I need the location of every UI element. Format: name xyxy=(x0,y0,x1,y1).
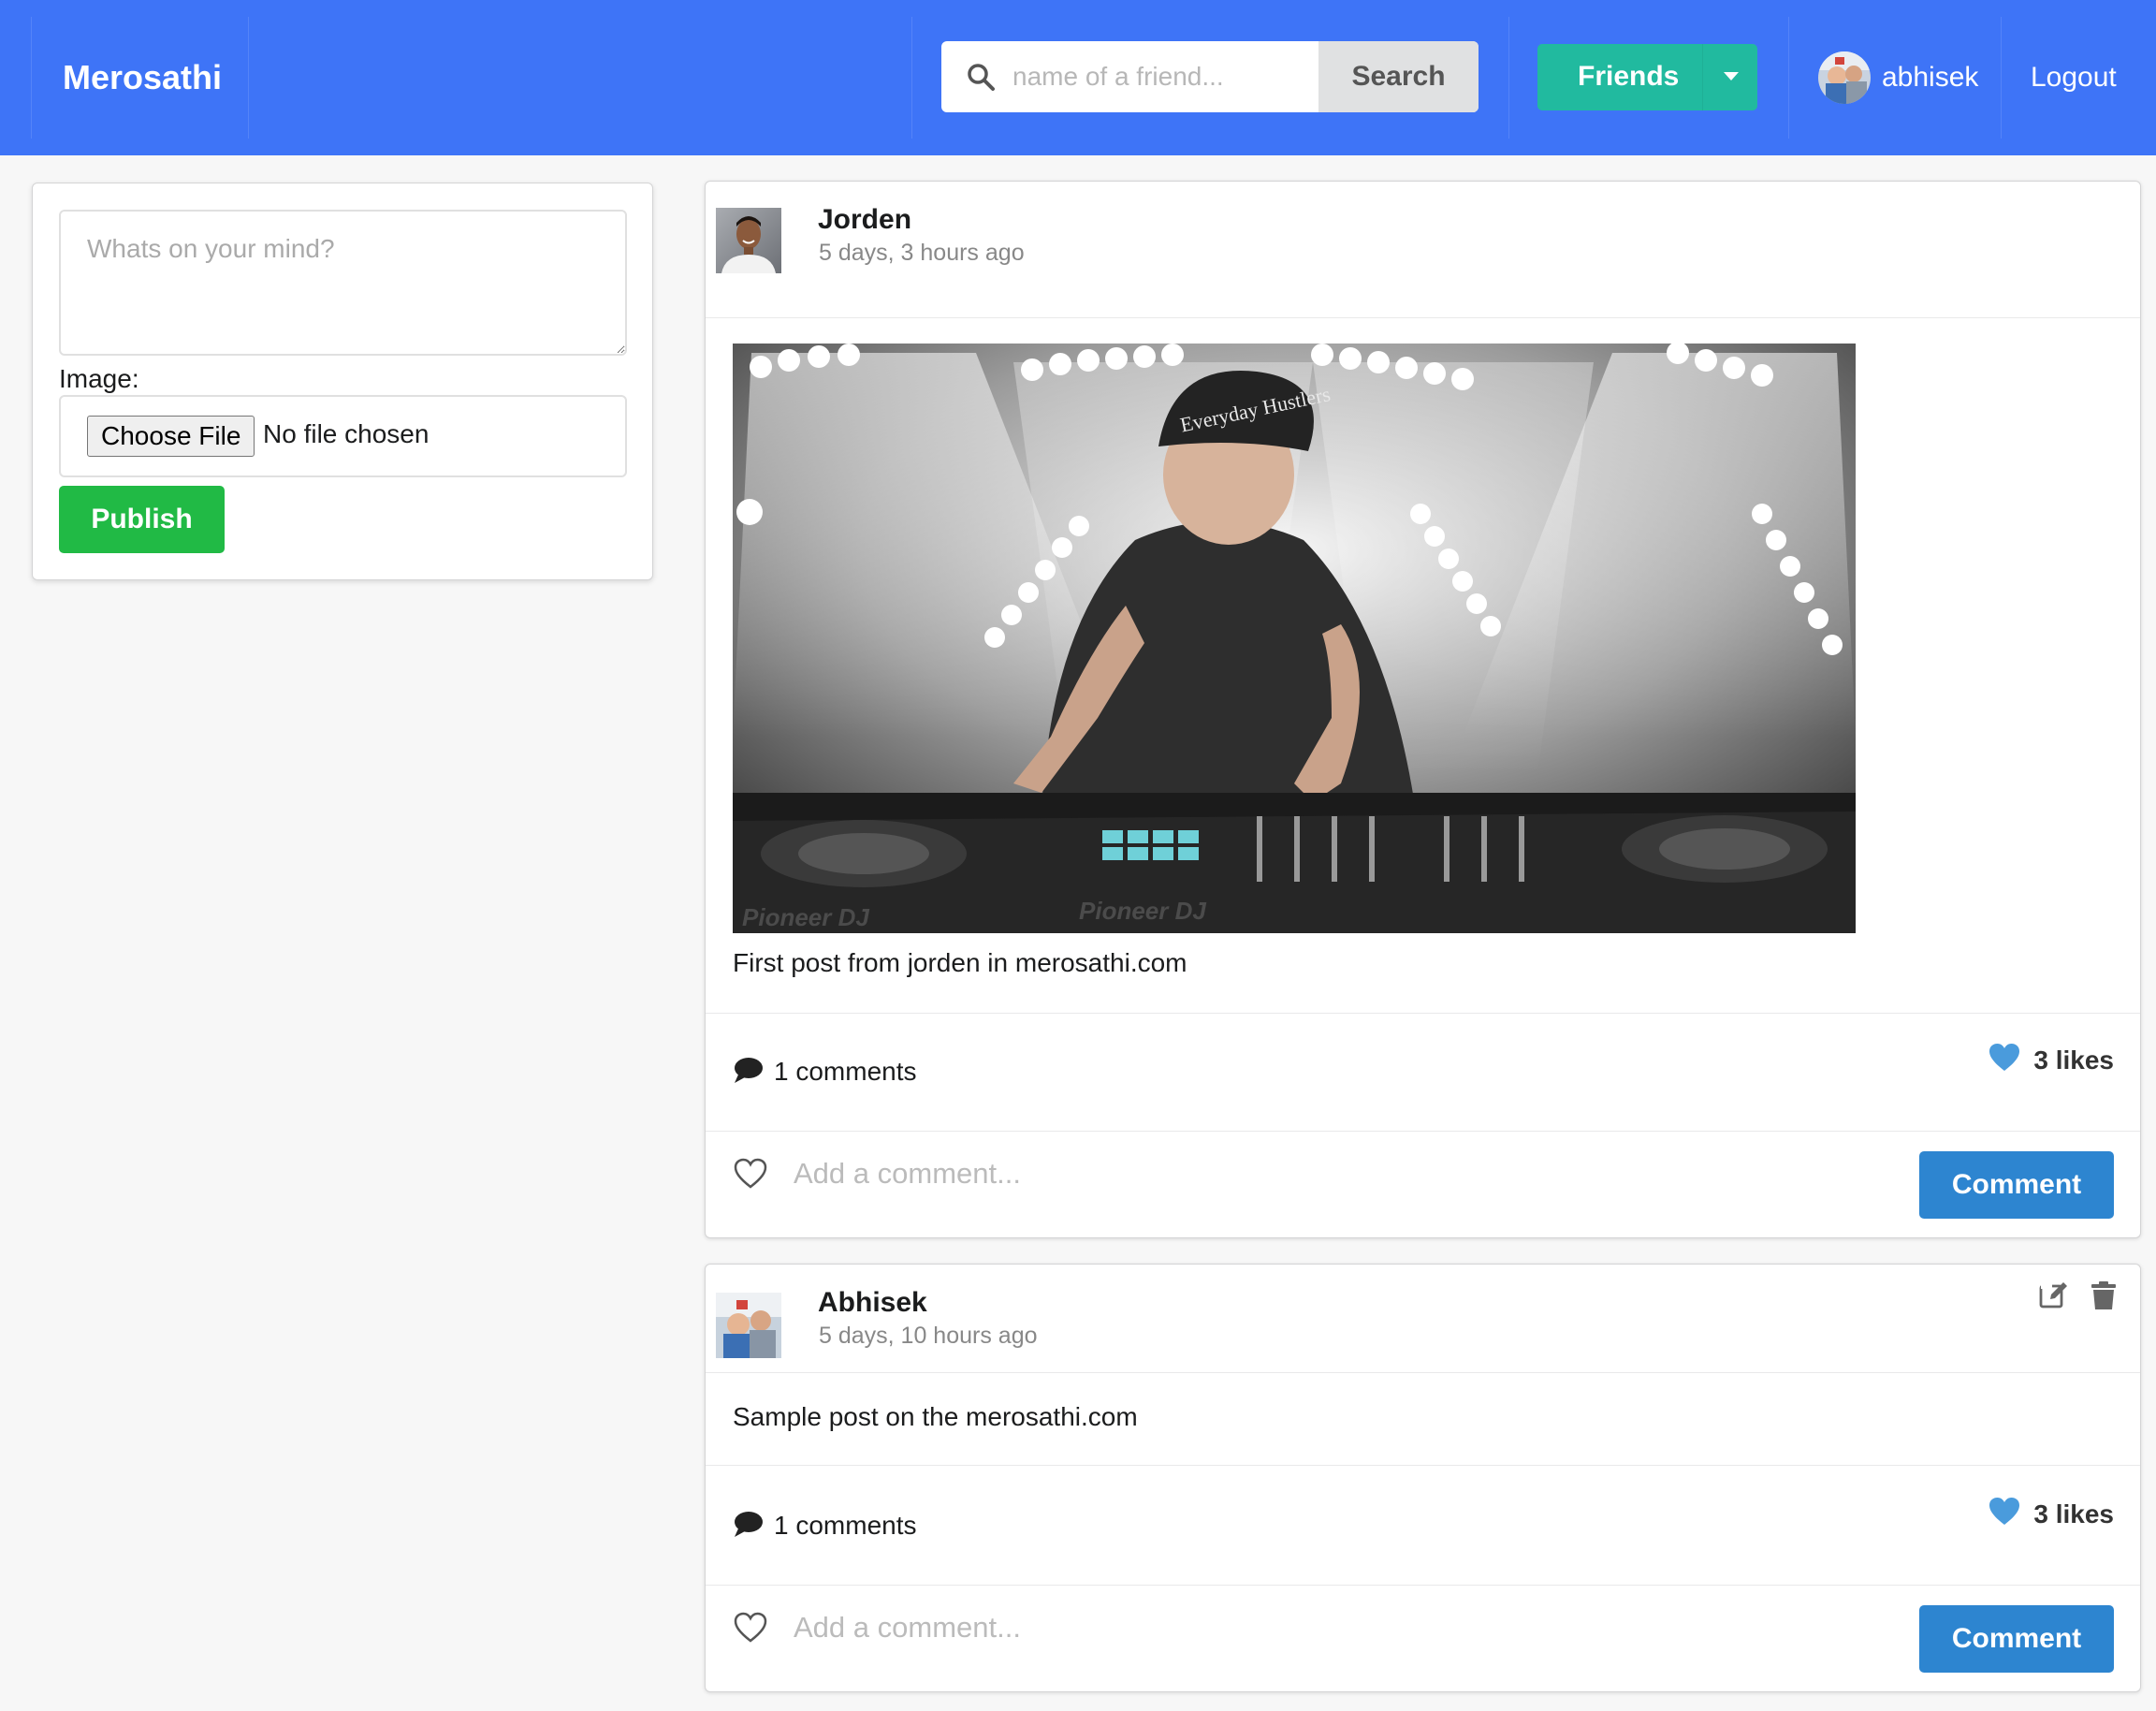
comment-button[interactable]: Comment xyxy=(1919,1605,2114,1673)
heart-icon xyxy=(1989,1044,2020,1071)
deck-brand-center: Pioneer DJ xyxy=(1079,897,1206,925)
friends-dropdown-button[interactable]: Friends xyxy=(1537,44,1757,110)
comments-link[interactable]: 1 comments xyxy=(733,1054,917,1089)
post-card: Abhisek 5 days, 10 hours ago Sample post… xyxy=(705,1264,2141,1692)
divider xyxy=(706,1013,2140,1014)
post-timestamp: 5 days, 10 hours ago xyxy=(819,1323,1038,1349)
divider xyxy=(706,1372,2140,1373)
likes-count[interactable]: 3 likes xyxy=(1988,1043,2114,1078)
divider xyxy=(706,317,2140,318)
file-input[interactable]: Choose File No file chosen xyxy=(59,395,627,477)
choose-file-button[interactable]: Choose File xyxy=(87,416,255,457)
heart-icon xyxy=(1989,1498,2020,1525)
publish-button[interactable]: Publish xyxy=(59,486,225,553)
nav-divider xyxy=(1788,17,1789,139)
divider xyxy=(706,1585,2140,1586)
likes-label: 3 likes xyxy=(2033,1499,2114,1528)
nav-divider xyxy=(2001,17,2002,139)
nav-divider xyxy=(911,17,912,139)
comment-count-label: 1 comments xyxy=(774,1511,917,1540)
post-timestamp: 5 days, 3 hours ago xyxy=(819,240,1025,266)
author-avatar[interactable] xyxy=(716,208,781,273)
comment-button[interactable]: Comment xyxy=(1919,1151,2114,1219)
brand-logo[interactable]: Merosathi xyxy=(63,54,222,101)
post-card: Jorden 5 days, 3 hours ago Everyday Hust… xyxy=(705,181,2141,1238)
comment-icon xyxy=(735,1058,763,1083)
post-textarea[interactable] xyxy=(59,210,627,356)
deck-brand-left: Pioneer DJ xyxy=(742,903,869,931)
nav-divider xyxy=(1508,17,1509,139)
post-author[interactable]: Jorden xyxy=(818,202,911,238)
top-navbar: Merosathi Search Friends abhisek Logout xyxy=(0,0,2156,155)
heart-outline-icon[interactable] xyxy=(734,1158,767,1190)
search-input[interactable] xyxy=(1012,41,1321,112)
username-link[interactable]: abhisek xyxy=(1882,60,1978,95)
edit-icon[interactable] xyxy=(2038,1280,2070,1311)
divider xyxy=(706,1131,2140,1132)
comment-input[interactable] xyxy=(794,1150,1823,1197)
heart-outline-icon[interactable] xyxy=(734,1612,767,1644)
comment-icon xyxy=(735,1512,763,1537)
post-author[interactable]: Abhisek xyxy=(818,1285,927,1321)
likes-label: 3 likes xyxy=(2033,1046,2114,1075)
comment-count-label: 1 comments xyxy=(774,1057,917,1086)
post-composer: Image: Choose File No file chosen Publis… xyxy=(32,183,653,580)
post-text: Sample post on the merosathi.com xyxy=(733,1402,1138,1431)
search-button[interactable]: Search xyxy=(1318,41,1479,112)
image-label: Image: xyxy=(59,364,139,393)
trash-icon[interactable] xyxy=(2088,1280,2120,1311)
user-avatar[interactable] xyxy=(1818,51,1871,104)
likes-count[interactable]: 3 likes xyxy=(1988,1497,2114,1532)
post-text: First post from jorden in merosathi.com xyxy=(733,948,1187,977)
nav-divider xyxy=(31,17,32,139)
divider xyxy=(706,1465,2140,1466)
file-status: No file chosen xyxy=(263,419,430,448)
author-avatar[interactable] xyxy=(716,1293,781,1358)
friends-label: Friends xyxy=(1578,61,1680,92)
dropdown-separator xyxy=(1702,44,1703,110)
comment-input[interactable] xyxy=(794,1604,1823,1651)
search-icon xyxy=(968,64,995,91)
post-image: Everyday Hustlers Pioneer DJ Pioneer DJ xyxy=(733,344,1856,933)
friend-search: Search xyxy=(941,41,1479,112)
comments-link[interactable]: 1 comments xyxy=(733,1508,917,1543)
caret-down-icon xyxy=(1724,72,1739,80)
nav-divider xyxy=(248,17,249,139)
logout-link[interactable]: Logout xyxy=(2031,60,2117,95)
